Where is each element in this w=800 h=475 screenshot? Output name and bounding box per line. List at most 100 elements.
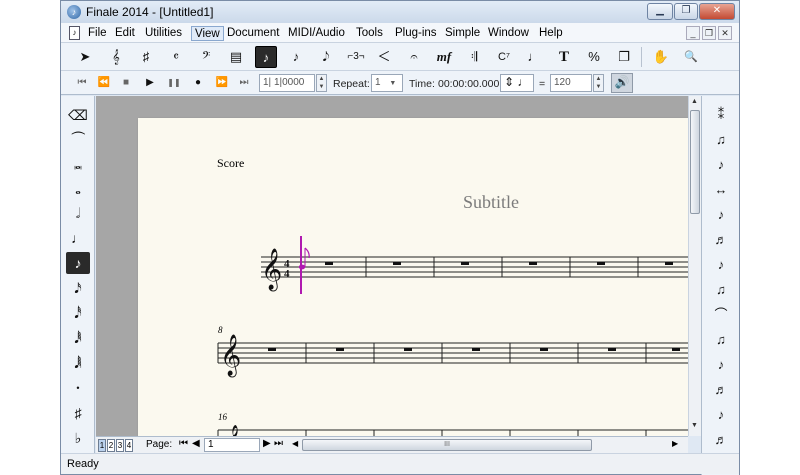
last-page-icon[interactable]: ⏭ <box>274 438 283 449</box>
tuplet-tool[interactable]: ⌐3¬ <box>343 46 369 68</box>
page-tab-4[interactable]: 4 <box>125 439 133 452</box>
title-bar[interactable]: ♪ Finale 2014 - [Untitled1] ▁ ❐ ✕ <box>61 1 739 23</box>
menu-midi-audio[interactable]: MIDI/Audio <box>285 26 348 41</box>
maximize-button[interactable]: ❐ <box>674 3 698 20</box>
previous-page-icon[interactable]: ◀ <box>192 438 200 449</box>
rewind-icon[interactable]: ⏪ <box>95 75 113 91</box>
menu-utilities[interactable]: Utilities <box>142 26 185 41</box>
eighth-note-icon[interactable]: ♪ <box>66 252 90 274</box>
tempo-spinner[interactable]: ▲ ▼ <box>593 74 604 92</box>
sixty-fourth-note-icon[interactable]: 𝅘𝅥𝅱 <box>66 327 90 349</box>
staff-tool[interactable]: 𝄞 <box>105 46 127 68</box>
first-page-icon[interactable]: ⏮ <box>179 438 188 449</box>
scroll-down-icon[interactable]: ▼ <box>691 422 698 429</box>
key-signature-tool[interactable]: ♯ <box>135 46 157 68</box>
text-tool[interactable]: T <box>553 46 575 68</box>
finale-app-icon[interactable]: ♪ <box>67 5 81 19</box>
tempo-unit-select[interactable]: ⇕ ♩ <box>500 74 534 92</box>
voice-icon[interactable]: ♫ <box>709 279 733 301</box>
sixteenth-note-icon[interactable]: 𝅘𝅥𝅯 <box>66 277 90 299</box>
cue-note-icon[interactable]: ♪ <box>709 154 733 176</box>
page-layout-tool[interactable]: ❐ <box>613 46 635 68</box>
slur-icon[interactable]: ⌒ <box>709 304 733 326</box>
articulation-tool[interactable]: 𝄐 <box>403 46 425 68</box>
whole-note-icon[interactable]: 𝅝 <box>66 178 90 200</box>
menu-document[interactable]: Document <box>224 26 282 41</box>
lyrics-tool[interactable]: ♩ <box>523 46 545 68</box>
tuplet-entry-icon[interactable]: ♪ <box>709 254 733 276</box>
stem-up-down-icon[interactable]: ♪ <box>709 204 733 226</box>
beam-break-icon[interactable]: ♬ <box>709 229 733 251</box>
tie-entry-icon[interactable]: ♪ <box>709 354 733 376</box>
document-close-button[interactable]: ✕ <box>718 26 732 40</box>
menu-file[interactable]: File <box>85 26 110 41</box>
menu-simple[interactable]: Simple <box>442 26 483 41</box>
hundred-twenty-eighth-note-icon[interactable]: 𝅘𝅥𝅲 <box>66 352 90 374</box>
document-minimize-button[interactable]: _ <box>686 26 700 40</box>
beam-group-icon[interactable]: ♬ <box>709 429 733 451</box>
horizontal-scroll-thumb[interactable]: III <box>302 439 592 451</box>
record-icon[interactable]: ● <box>189 75 207 91</box>
vertical-scroll-thumb[interactable] <box>690 110 700 214</box>
beam-extend-icon[interactable]: ♪ <box>709 404 733 426</box>
dot-icon[interactable]: • <box>66 377 90 399</box>
play-icon[interactable]: ▶ <box>141 75 159 91</box>
time-signature-tool[interactable]: 𝄴 <box>165 46 187 68</box>
stop-icon[interactable]: ■ <box>117 75 135 91</box>
menu-view[interactable]: View <box>191 26 224 41</box>
eraser-icon[interactable]: ⌫ <box>66 104 90 126</box>
repeat-tool[interactable]: 𝄇 <box>463 46 485 68</box>
resize-tool[interactable]: % <box>583 46 605 68</box>
close-button[interactable]: ✕ <box>699 3 735 20</box>
zoom-tool[interactable]: 🔍 <box>680 46 702 68</box>
double-whole-note-icon[interactable]: 𝅜 <box>66 153 90 175</box>
music-notation[interactable]: 𝄞 4 4 𝄞 <box>138 118 688 436</box>
speedy-entry-tool[interactable]: ♪ <box>285 46 307 68</box>
tie-icon[interactable]: ⏜ <box>66 128 90 150</box>
thirty-second-note-icon[interactable]: 𝅘𝅥𝅰 <box>66 302 90 324</box>
menu-window[interactable]: Window <box>485 26 532 41</box>
vertical-scrollbar[interactable]: ▲ ▼ <box>688 96 701 436</box>
simple-entry-tool[interactable]: ♪ <box>255 46 277 68</box>
chord-tool[interactable]: C⁷ <box>493 46 515 68</box>
half-note-icon[interactable]: 𝅗𝅥 <box>66 202 90 224</box>
page-number-field[interactable]: 1 <box>204 438 260 452</box>
counter-field[interactable]: 1| 1|0000 <box>259 74 315 92</box>
counter-spinner[interactable]: ▲ ▼ <box>316 74 327 92</box>
speaker-icon[interactable]: 🔊 <box>611 73 633 93</box>
grace-note-icon[interactable]: ♫ <box>709 129 733 151</box>
selection-tool[interactable]: ➤ <box>74 46 96 68</box>
repeat-select[interactable]: 1 ▼ <box>371 74 403 92</box>
scroll-left-icon[interactable]: ◀ <box>292 439 298 448</box>
tempo-field[interactable]: 120 <box>550 74 592 92</box>
menu-tools[interactable]: Tools <box>353 26 386 41</box>
hyperscribe-tool[interactable]: 𝅘𝅥𝅮 <box>315 46 337 68</box>
score-canvas[interactable]: Score Subtitle 8 16 𝄞 4 4 𝄞 <box>96 96 688 436</box>
forward-to-end-icon[interactable]: ⏭ <box>235 75 253 91</box>
scroll-up-icon[interactable]: ▲ <box>691 98 698 105</box>
smart-shape-tool[interactable]: ＜ <box>373 46 395 68</box>
menu-plug-ins[interactable]: Plug-ins <box>392 26 440 41</box>
expression-tool[interactable]: mf <box>433 46 455 68</box>
menu-edit[interactable]: Edit <box>112 26 138 41</box>
score-page[interactable]: Score Subtitle 8 16 𝄞 4 4 𝄞 <box>138 118 688 436</box>
document-restore-button[interactable]: ❐ <box>702 26 716 40</box>
fast-forward-icon[interactable]: ⏩ <box>213 75 231 91</box>
scroll-right-icon[interactable]: ▶ <box>672 439 678 448</box>
measure-tool[interactable]: ▤ <box>225 46 247 68</box>
menu-help[interactable]: Help <box>536 26 566 41</box>
quarter-note-icon[interactable]: ♩ <box>66 227 90 249</box>
pause-icon[interactable]: ❚❚ <box>165 75 183 91</box>
clef-tool[interactable]: 𝄢 <box>195 46 217 68</box>
rewind-to-start-icon[interactable]: ⏮ <box>73 75 91 91</box>
document-menu-icon[interactable]: ♪ <box>69 26 80 40</box>
page-tab-2[interactable]: 2 <box>107 439 115 452</box>
page-tab-3[interactable]: 3 <box>116 439 124 452</box>
courtesy-accidental-icon[interactable]: ↔ <box>709 179 733 201</box>
minimize-button[interactable]: ▁ <box>647 3 673 20</box>
chord-stack-icon[interactable]: ♫ <box>709 329 733 351</box>
flat-icon[interactable]: ♭ <box>66 427 90 449</box>
beam-icon[interactable]: ♬ <box>709 379 733 401</box>
sharp-icon[interactable]: ♯ <box>66 402 90 424</box>
hand-grabber-tool[interactable]: ✋ <box>650 46 672 68</box>
